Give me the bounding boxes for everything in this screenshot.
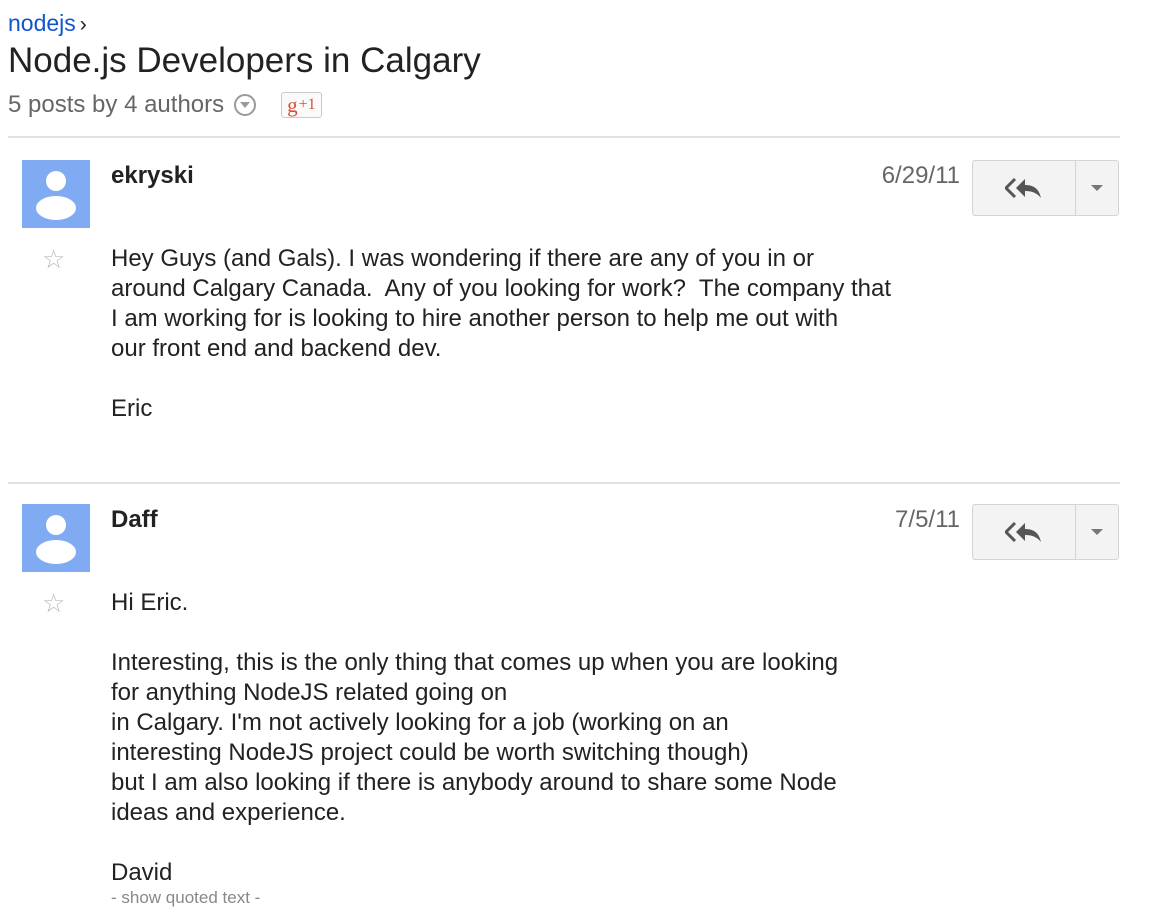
reply-all-button[interactable] — [973, 505, 1076, 559]
more-actions-button[interactable] — [1076, 505, 1118, 559]
star-icon[interactable]: ☆ — [42, 244, 65, 274]
post-body-line: our front end and backend dev. — [111, 335, 442, 362]
thread-meta: 5 posts by 4 authors g +1 — [8, 88, 322, 122]
reply-all-icon — [1005, 521, 1041, 543]
post-body-line — [111, 828, 838, 858]
chevron-down-icon — [1091, 529, 1103, 535]
post-body-line: for anything NodeJS related going on — [111, 679, 508, 706]
thread-title: Node.js Developers in Calgary — [8, 41, 481, 80]
post-body: Hey Guys (and Gals). I was wondering if … — [111, 244, 891, 424]
post-actions — [972, 160, 1119, 216]
gplus-plus-label: +1 — [298, 96, 316, 113]
default-avatar-icon[interactable] — [22, 504, 90, 572]
avatar-head-shape — [46, 171, 66, 191]
default-avatar-icon[interactable] — [22, 160, 90, 228]
post-count-summary: 5 posts by 4 authors — [8, 91, 225, 118]
post-body-line: I am working for is looking to hire anot… — [111, 305, 839, 332]
post-date: 6/29/11 — [881, 162, 960, 189]
post-body-line: Interesting, this is the only thing that… — [111, 649, 839, 676]
more-actions-button[interactable] — [1076, 161, 1118, 215]
star-icon[interactable]: ☆ — [42, 588, 65, 618]
post-body-line: in Calgary. I'm not actively looking for… — [111, 709, 729, 736]
show-quoted-text-link[interactable]: - show quoted text - — [111, 888, 260, 908]
post-divider — [8, 482, 1120, 484]
post-signature: David — [111, 859, 173, 886]
thread-divider — [8, 136, 1120, 138]
breadcrumb-separator: › — [79, 13, 87, 36]
post-body-line: ideas and experience. — [111, 799, 346, 826]
breadcrumb: nodejs › — [8, 6, 87, 42]
avatar-body-shape — [36, 196, 76, 220]
google-plus-one-button[interactable]: g +1 — [281, 92, 322, 118]
post-body-line — [111, 364, 891, 394]
post-body-line: around Calgary Canada. Any of you lookin… — [111, 275, 892, 302]
post-body-line: interesting NodeJS project could be wort… — [111, 739, 749, 766]
post-date: 7/5/11 — [895, 506, 960, 533]
reply-all-icon — [1005, 177, 1041, 199]
post-body: Hi Eric. Interesting, this is the only t… — [111, 588, 838, 888]
post-signature: Eric — [111, 395, 153, 422]
post-body-line — [111, 618, 838, 648]
thread-page: nodejs › Node.js Developers in Calgary 5 … — [0, 0, 1152, 912]
dropdown-circle-icon[interactable] — [234, 94, 257, 116]
post-body-line: but I am also looking if there is anybod… — [111, 769, 837, 796]
breadcrumb-group-link[interactable]: nodejs — [8, 10, 76, 36]
post-actions — [972, 504, 1119, 560]
chevron-down-icon — [1091, 185, 1103, 191]
post-body-line: Hey Guys (and Gals). I was wondering if … — [111, 245, 814, 272]
post-author[interactable]: Daff — [111, 506, 158, 534]
avatar-body-shape — [36, 540, 76, 564]
gplus-g-label: g — [287, 93, 298, 117]
reply-all-button[interactable] — [973, 161, 1076, 215]
avatar-head-shape — [46, 515, 66, 535]
post-body-line: Hi Eric. — [111, 589, 189, 616]
post-author[interactable]: ekryski — [111, 162, 194, 190]
